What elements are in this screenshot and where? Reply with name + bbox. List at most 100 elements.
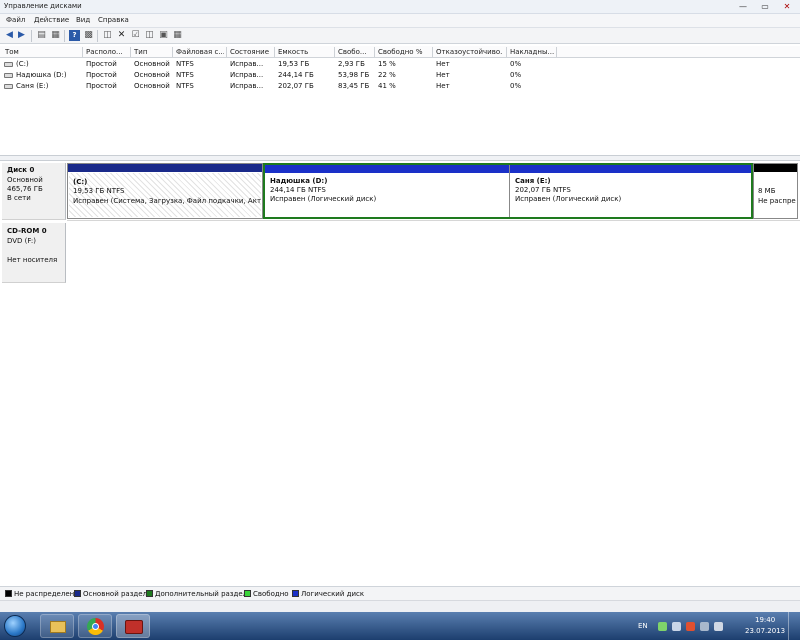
cdrom-status: Нет носителя bbox=[7, 256, 58, 264]
column-divider[interactable] bbox=[556, 47, 557, 57]
check-icon[interactable]: ☑ bbox=[130, 30, 141, 41]
tray-app-icon[interactable] bbox=[658, 622, 667, 631]
clock-date[interactable]: 23.07.2013 bbox=[745, 627, 785, 635]
logical-drive-bar bbox=[265, 165, 509, 173]
properties-icon[interactable]: ▦ bbox=[50, 30, 61, 41]
menu-file[interactable]: Файл bbox=[6, 16, 25, 24]
column-divider[interactable] bbox=[374, 47, 375, 57]
computer-management-taskbar-button[interactable] bbox=[116, 614, 150, 638]
unallocated-space[interactable]: 8 МБ Не распре bbox=[753, 163, 798, 219]
volume-type: Основной bbox=[134, 71, 170, 79]
column-header[interactable]: Состояние bbox=[230, 48, 274, 58]
volume-status: Исправ... bbox=[230, 60, 264, 68]
minimize-button[interactable]: — bbox=[734, 1, 752, 12]
partition-d[interactable]: Надюшка (D:) 244,14 ГБ NTFS Исправен (Ло… bbox=[265, 165, 509, 217]
column-divider[interactable] bbox=[130, 47, 131, 57]
volume-fs: NTFS bbox=[176, 82, 194, 90]
menu-view[interactable]: Вид bbox=[76, 16, 90, 24]
help-icon[interactable]: ? bbox=[69, 30, 80, 41]
volume-type: Основной bbox=[134, 82, 170, 90]
toolbar-divider bbox=[64, 30, 65, 42]
legend-item: Логический диск bbox=[292, 590, 364, 598]
drive-icon bbox=[4, 73, 13, 78]
column-divider[interactable] bbox=[226, 47, 227, 57]
window-title: Управление дисками bbox=[4, 2, 82, 10]
forward-icon[interactable]: ▶ bbox=[16, 30, 27, 41]
refresh-icon[interactable]: ▩ bbox=[83, 30, 94, 41]
table-row[interactable]: (C:) Простой Основной NTFS Исправ... 19,… bbox=[0, 59, 800, 70]
partition-label: (C:) bbox=[73, 178, 88, 186]
disk0-name: Диск 0 bbox=[7, 166, 35, 174]
chrome-taskbar-button[interactable] bbox=[78, 614, 112, 638]
table-row[interactable]: Надюшка (D:) Простой Основной NTFS Испра… bbox=[0, 70, 800, 81]
partition-size: 202,07 ГБ NTFS bbox=[515, 186, 571, 194]
volume-overhead: 0% bbox=[510, 71, 522, 79]
settings-icon[interactable]: ▦ bbox=[172, 30, 183, 41]
legend-swatch bbox=[146, 590, 153, 597]
table-row[interactable]: Саня (E:) Простой Основной NTFS Исправ..… bbox=[0, 81, 800, 92]
close-button[interactable]: ✕ bbox=[778, 1, 796, 12]
volume-overhead: 0% bbox=[510, 60, 522, 68]
disk0-type: Основной bbox=[7, 176, 43, 184]
volume-free-pct: 22 % bbox=[378, 71, 396, 79]
logical-drive-bar bbox=[510, 165, 751, 173]
legend-item: Дополнительный раздел bbox=[146, 590, 247, 598]
volume-name: (C:) bbox=[16, 60, 29, 68]
column-header[interactable]: Отказоустойчиво... bbox=[436, 48, 502, 58]
partition-status: Исправен (Система, Загрузка, Файл подкач… bbox=[73, 197, 261, 205]
column-header[interactable]: Том bbox=[5, 48, 79, 58]
column-header[interactable]: Емкость bbox=[278, 48, 332, 58]
volume-capacity: 244,14 ГБ bbox=[278, 71, 314, 79]
legend-swatch bbox=[74, 590, 81, 597]
start-button[interactable] bbox=[4, 615, 26, 637]
volume-icon[interactable] bbox=[714, 622, 723, 631]
show-desktop-button[interactable] bbox=[788, 612, 800, 640]
menu-action[interactable]: Действие bbox=[34, 16, 69, 24]
column-divider[interactable] bbox=[172, 47, 173, 57]
volume-overhead: 0% bbox=[510, 82, 522, 90]
menu-help[interactable]: Справка bbox=[98, 16, 129, 24]
language-indicator[interactable]: EN bbox=[638, 622, 648, 630]
column-divider[interactable] bbox=[334, 47, 335, 57]
column-header[interactable]: Файловая с... bbox=[176, 48, 224, 58]
column-header[interactable]: Накладны... bbox=[510, 48, 554, 58]
column-header[interactable]: Располо... bbox=[86, 48, 128, 58]
column-divider[interactable] bbox=[432, 47, 433, 57]
volume-fs: NTFS bbox=[176, 71, 194, 79]
properties2-icon[interactable]: ◫ bbox=[102, 30, 113, 41]
primary-partition-bar bbox=[68, 164, 262, 172]
flag-icon[interactable] bbox=[700, 622, 709, 631]
column-divider[interactable] bbox=[274, 47, 275, 57]
column-divider[interactable] bbox=[506, 47, 507, 57]
column-header[interactable]: Свобо... bbox=[338, 48, 372, 58]
cdrom-label[interactable]: CD-ROM 0 DVD (F:) Нет носителя bbox=[2, 223, 66, 283]
column-divider[interactable] bbox=[82, 47, 83, 57]
legend-swatch bbox=[244, 590, 251, 597]
explore-icon[interactable]: ▣ bbox=[158, 30, 169, 41]
volume-list-header: Том Располо... Тип Файловая с... Состоян… bbox=[0, 46, 800, 58]
volume-fault-tolerance: Нет bbox=[436, 60, 450, 68]
clock-time[interactable]: 19:40 bbox=[755, 616, 775, 624]
disk0-label[interactable]: Диск 0 Основной 465,76 ГБ В сети bbox=[2, 163, 66, 220]
delete-icon[interactable]: ✕ bbox=[116, 30, 127, 41]
volume-type: Основной bbox=[134, 60, 170, 68]
partition-e[interactable]: Саня (E:) 202,07 ГБ NTFS Исправен (Логич… bbox=[510, 165, 751, 217]
open-icon[interactable]: ◫ bbox=[144, 30, 155, 41]
volume-fault-tolerance: Нет bbox=[436, 71, 450, 79]
folder-icon bbox=[50, 621, 66, 633]
explorer-taskbar-button[interactable] bbox=[40, 614, 74, 638]
network-icon[interactable] bbox=[672, 622, 681, 631]
volume-fs: NTFS bbox=[176, 60, 194, 68]
console-icon[interactable]: ▤ bbox=[36, 30, 47, 41]
partition-c[interactable]: (C:) 19,53 ГБ NTFS Исправен (Система, За… bbox=[67, 163, 263, 219]
tray-alert-icon[interactable] bbox=[686, 622, 695, 631]
column-header[interactable]: Тип bbox=[134, 48, 170, 58]
back-icon[interactable]: ◀ bbox=[4, 30, 15, 41]
column-header[interactable]: Свободно % bbox=[378, 48, 426, 58]
volume-free: 2,93 ГБ bbox=[338, 60, 365, 68]
cdrom-type: DVD (F:) bbox=[7, 237, 36, 245]
maximize-button[interactable]: ▭ bbox=[756, 1, 774, 12]
partition-size: 19,53 ГБ NTFS bbox=[73, 187, 125, 195]
volume-layout: Простой bbox=[86, 60, 117, 68]
volume-name: Саня (E:) bbox=[16, 82, 49, 90]
